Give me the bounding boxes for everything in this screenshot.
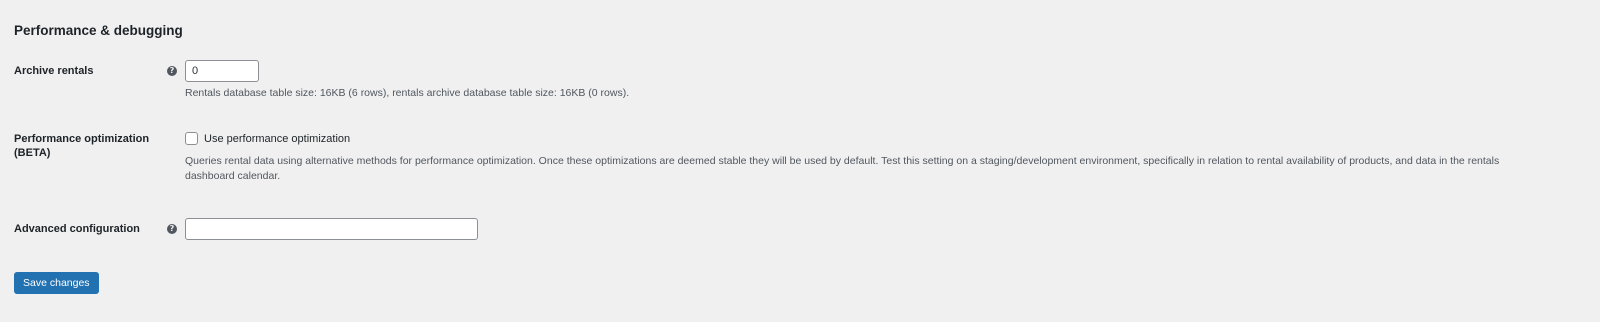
performance-optimization-checkbox-label: Use performance optimization (204, 132, 351, 145)
advanced-configuration-label: Advanced configuration (14, 223, 140, 235)
question-icon[interactable]: ? (167, 66, 177, 76)
question-icon[interactable]: ? (167, 224, 177, 234)
performance-optimization-checkbox-wrap[interactable]: Use performance optimization (185, 132, 350, 145)
section-title: Performance & debugging (14, 23, 183, 38)
archive-rentals-description: Rentals database table size: 16KB (6 row… (185, 87, 630, 99)
performance-optimization-description: Queries rental data using alternative me… (185, 155, 1500, 182)
advanced-configuration-input[interactable] (185, 218, 478, 240)
archive-rentals-input[interactable] (185, 60, 259, 82)
performance-optimization-label: Performance optimization (BETA) (14, 133, 150, 159)
performance-optimization-checkbox[interactable] (185, 132, 198, 145)
save-changes-button[interactable]: Save changes (14, 272, 99, 294)
archive-rentals-label: Archive rentals (14, 65, 94, 77)
